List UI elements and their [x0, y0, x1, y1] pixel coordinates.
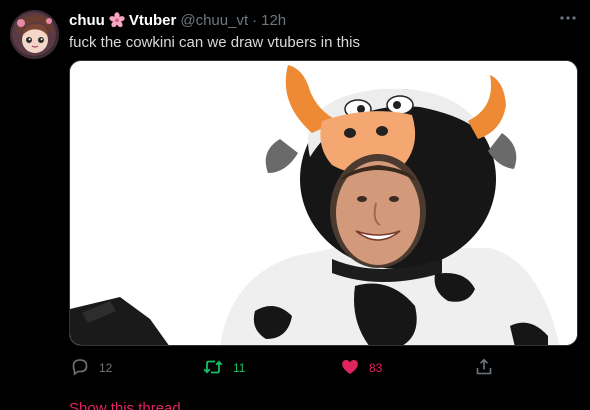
tweet-media-image[interactable]	[69, 60, 578, 346]
like-button[interactable]: 83	[341, 356, 382, 380]
display-name-suffix[interactable]: Vtuber	[129, 12, 177, 29]
reply-count: 12	[99, 361, 113, 375]
show-thread-link[interactable]: Show this thread	[69, 400, 181, 410]
reply-button[interactable]: 12	[71, 356, 112, 380]
display-name[interactable]: chuu	[69, 12, 105, 29]
reply-icon	[71, 358, 89, 379]
share-button[interactable]	[475, 356, 493, 380]
tweet-actions: 12 11 83	[69, 356, 492, 380]
retweet-count: 11	[233, 361, 246, 375]
user-handle[interactable]: @chuu_vt	[180, 12, 248, 29]
more-options-icon[interactable]	[556, 11, 580, 25]
like-count: 83	[369, 361, 383, 375]
retweet-button[interactable]: 11	[203, 356, 245, 380]
tweet-header: chuu Vtuber @chuu_vt · 12h	[69, 10, 286, 30]
tweet[interactable]: chuu Vtuber @chuu_vt · 12h fuck the cowk…	[0, 0, 590, 410]
heart-icon	[341, 358, 359, 379]
retweet-icon	[203, 358, 223, 379]
sakura-icon	[109, 12, 125, 28]
timestamp[interactable]: 12h	[261, 12, 286, 29]
avatar[interactable]	[10, 10, 59, 59]
tweet-text: fuck the cowkini can we draw vtubers in …	[69, 34, 360, 51]
share-icon	[475, 358, 493, 379]
separator-dot: ·	[252, 11, 258, 29]
